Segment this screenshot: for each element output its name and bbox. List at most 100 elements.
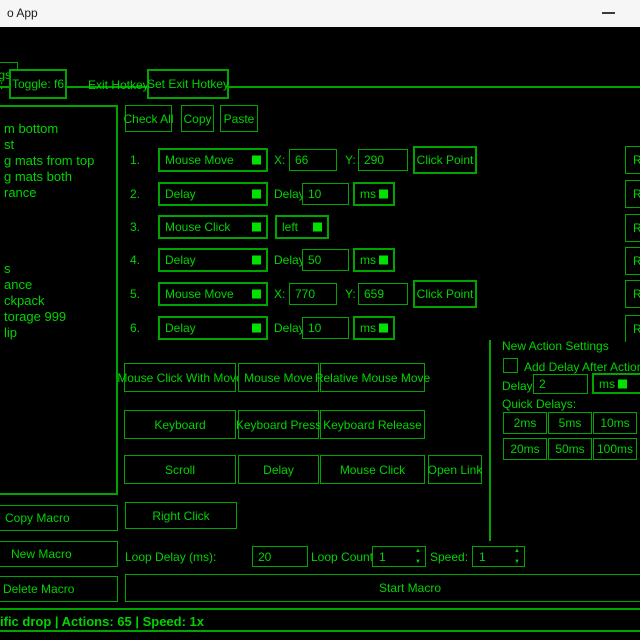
delay-input[interactable]	[302, 183, 349, 205]
open-link-button[interactable]: Open Link	[428, 455, 482, 484]
action-type-dropdown[interactable]: Delay	[158, 182, 268, 206]
mouse-button-dropdown[interactable]: left	[275, 215, 329, 239]
stepper-up-icon[interactable]: ▲	[415, 548, 421, 554]
remove-action-button[interactable]: R	[625, 180, 640, 208]
list-item[interactable]: ckpack	[4, 293, 44, 308]
action-type-dropdown[interactable]: Delay	[158, 316, 268, 340]
dropdown-indicator-icon	[379, 324, 388, 333]
list-item[interactable]: ance	[4, 277, 32, 292]
action-type-dropdown[interactable]: Delay	[158, 248, 268, 272]
list-item[interactable]: g mats both	[4, 169, 72, 184]
exit-hotkey-label: Exit Hotkey:	[88, 78, 152, 92]
status-bar: ific drop | Actions: 65 | Speed: 1x	[0, 608, 640, 632]
click-point-button[interactable]: Click Point	[413, 280, 477, 308]
keyboard-press-button[interactable]: Keyboard Press	[238, 410, 319, 439]
dropdown-indicator-icon	[252, 290, 261, 299]
delay-label: Delay	[274, 321, 305, 335]
dropdown-indicator-icon	[252, 156, 261, 165]
delay-input[interactable]	[302, 317, 349, 339]
status-text: ific drop | Actions: 65 | Speed: 1x	[0, 614, 204, 629]
remove-action-button[interactable]: R	[625, 146, 640, 174]
remove-action-button[interactable]: R	[625, 315, 640, 342]
window-titlebar: o App	[0, 0, 640, 27]
toggle-hotkey-button[interactable]: Toggle: f6	[9, 69, 67, 99]
y-label: Y:	[345, 153, 356, 167]
action-row-number: 2.	[130, 187, 140, 201]
action-type-dropdown[interactable]: Mouse Move	[158, 148, 268, 172]
stepper-up-icon[interactable]: ▲	[514, 548, 520, 554]
keyboard-release-button[interactable]: Keyboard Release	[320, 410, 425, 439]
x-label: X:	[274, 287, 285, 301]
action-row-number: 4.	[130, 253, 140, 267]
delay-button[interactable]: Delay	[238, 455, 319, 484]
dropdown-indicator-icon	[252, 190, 261, 199]
list-item[interactable]: torage 999	[4, 309, 66, 324]
click-point-button[interactable]: Click Point	[413, 146, 477, 174]
settings-delay-label: Delay:	[502, 379, 536, 393]
check-all-button[interactable]: Check All	[125, 105, 172, 132]
stepper-down-icon[interactable]: ▼	[514, 559, 520, 565]
y-input[interactable]	[358, 149, 408, 171]
delay-input[interactable]	[302, 249, 349, 271]
hotkey-label-fragment: :	[0, 78, 3, 92]
loop-delay-input[interactable]	[252, 546, 308, 567]
unit-dropdown[interactable]: ms	[353, 182, 395, 206]
x-input[interactable]	[289, 149, 337, 171]
list-item[interactable]: s	[4, 261, 11, 276]
stepper-down-icon[interactable]: ▼	[415, 559, 421, 565]
delete-macro-button[interactable]: Delete Macro	[0, 576, 118, 602]
list-item[interactable]: g mats from top	[4, 153, 94, 168]
action-type-dropdown[interactable]: Mouse Click	[158, 215, 268, 239]
y-input[interactable]	[358, 283, 408, 305]
loop-count-label: Loop Count:	[311, 550, 376, 564]
mouse-click-with-move-button[interactable]: Mouse Click With Move	[124, 363, 236, 392]
macro-listbox[interactable]: m bottom st g mats from top g mats both …	[0, 105, 118, 495]
start-macro-button[interactable]: Start Macro	[125, 574, 640, 602]
speed-label: Speed:	[430, 550, 468, 564]
unit-dropdown[interactable]: ms	[353, 316, 395, 340]
quick-delay-100ms-button[interactable]: 100ms	[593, 438, 637, 460]
keyboard-button[interactable]: Keyboard	[124, 410, 236, 439]
remove-action-button[interactable]: R	[625, 247, 640, 275]
set-exit-hotkey-button[interactable]: Set Exit Hotkey	[147, 69, 229, 99]
copy-button[interactable]: Copy	[181, 105, 214, 132]
settings-unit-dropdown[interactable]: ms	[592, 373, 640, 394]
remove-action-button[interactable]: R	[625, 214, 640, 242]
scroll-button[interactable]: Scroll	[124, 455, 236, 484]
new-macro-button[interactable]: New Macro	[0, 541, 118, 567]
y-label: Y:	[345, 287, 356, 301]
copy-macro-button[interactable]: Copy Macro	[0, 505, 118, 531]
new-action-settings-title: New Action Settings	[502, 339, 609, 353]
relative-mouse-move-button[interactable]: Relative Mouse Move	[320, 363, 425, 392]
dropdown-indicator-icon	[379, 190, 388, 199]
delay-label: Delay	[274, 253, 305, 267]
action-row-number: 5.	[130, 287, 140, 301]
quick-delay-10ms-button[interactable]: 10ms	[593, 412, 637, 434]
window-title: o App	[7, 6, 38, 20]
action-row-number: 3.	[130, 220, 140, 234]
minimize-icon[interactable]	[602, 12, 615, 14]
quick-delay-2ms-button[interactable]: 2ms	[503, 412, 547, 434]
unit-dropdown[interactable]: ms	[353, 248, 395, 272]
x-input[interactable]	[289, 283, 337, 305]
action-list-region[interactable]: Check All Copy Paste 1. Mouse Move X: Y:…	[120, 100, 640, 342]
right-click-button[interactable]: Right Click	[125, 502, 237, 529]
list-item[interactable]: lip	[4, 325, 17, 340]
list-item[interactable]: rance	[4, 185, 37, 200]
settings-delay-input[interactable]	[533, 374, 588, 394]
paste-button[interactable]: Paste	[220, 105, 258, 132]
mouse-move-button[interactable]: Mouse Move	[238, 363, 319, 392]
mouse-click-button[interactable]: Mouse Click	[320, 455, 425, 484]
speed-stepper[interactable]: 1 ▲ ▼	[472, 546, 525, 567]
add-delay-checkbox[interactable]	[503, 358, 518, 373]
quick-delay-5ms-button[interactable]: 5ms	[548, 412, 592, 434]
action-type-dropdown[interactable]: Mouse Move	[158, 282, 268, 306]
quick-delays-label: Quick Delays:	[502, 397, 576, 411]
quick-delay-20ms-button[interactable]: 20ms	[503, 438, 547, 460]
loop-count-stepper[interactable]: 1 ▲ ▼	[372, 546, 426, 567]
quick-delay-50ms-button[interactable]: 50ms	[548, 438, 592, 460]
list-item[interactable]: m bottom	[4, 121, 58, 136]
dropdown-indicator-icon	[379, 256, 388, 265]
list-item[interactable]: st	[4, 137, 14, 152]
remove-action-button[interactable]: R	[625, 280, 640, 308]
